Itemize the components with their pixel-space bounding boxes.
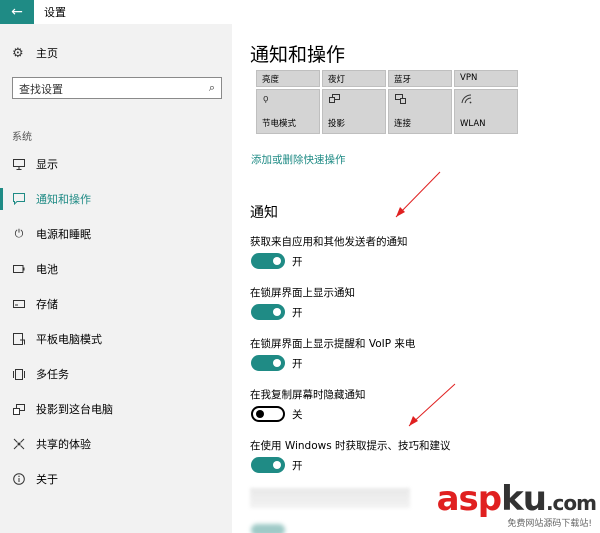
- quick-action-connect[interactable]: 连接: [388, 89, 452, 134]
- search-input[interactable]: [13, 79, 193, 100]
- window-title: 设置: [44, 6, 66, 19]
- multitask-icon: [12, 367, 26, 381]
- sidebar-item-storage[interactable]: 存储: [0, 293, 232, 315]
- quick-action-night-light[interactable]: 夜灯: [322, 70, 386, 87]
- setting-label-lockscreen-notifications: 在锁屏界面上显示通知: [250, 287, 355, 299]
- sidebar-item-label: 关于: [36, 473, 58, 486]
- power-icon: ⏻: [14, 227, 24, 240]
- sidebar-item-label: 显示: [36, 158, 58, 171]
- quick-action-brightness[interactable]: 亮度: [256, 70, 320, 87]
- info-icon: [12, 472, 26, 486]
- sidebar-item-about[interactable]: 关于: [0, 468, 232, 490]
- page-title: 通知和操作: [250, 44, 346, 66]
- battery-saver-icon: ϙ: [263, 94, 269, 104]
- sidebar-home[interactable]: ⚙ 主页: [12, 44, 58, 62]
- setting-label-app-notifications: 获取来自应用和其他发送者的通知: [250, 236, 408, 248]
- search-box: ⌕: [12, 77, 222, 100]
- toggle-state-text: 开: [292, 256, 303, 268]
- sidebar-item-label: 共享的体验: [36, 438, 91, 451]
- blurred-toggle: [251, 524, 285, 533]
- share-icon: [12, 437, 26, 451]
- connect-icon: [395, 94, 406, 107]
- sidebar-item-display[interactable]: 显示: [0, 153, 232, 175]
- notifications-section-title: 通知: [250, 205, 278, 221]
- title-bar: ← 设置: [0, 0, 600, 24]
- sidebar: ⚙ 主页 ⌕ 系统 显示 通知和操作 ⏻ 电源和睡眠 电池 存储: [0, 24, 232, 533]
- chat-icon: [12, 192, 26, 206]
- search-icon[interactable]: ⌕: [209, 81, 215, 95]
- sidebar-item-shared[interactable]: 共享的体验: [0, 433, 232, 455]
- sidebar-item-power[interactable]: ⏻ 电源和睡眠: [0, 223, 232, 245]
- toggle-knob: [273, 308, 281, 316]
- setting-label-tips: 在使用 Windows 时获取提示、技巧和建议: [250, 440, 451, 452]
- setting-label-hide-when-duplicating: 在我复制屏幕时隐藏通知: [250, 389, 366, 401]
- storage-icon: [12, 297, 26, 311]
- toggle-state-text: 开: [292, 358, 303, 370]
- home-label: 主页: [36, 47, 58, 60]
- sidebar-item-label: 电池: [36, 263, 58, 276]
- wifi-icon: [461, 94, 472, 107]
- sidebar-item-label: 电源和睡眠: [36, 228, 91, 241]
- tablet-icon: [12, 332, 26, 346]
- toggle-state-text: 关: [292, 409, 303, 421]
- arrow-left-icon: ←: [11, 4, 23, 20]
- sidebar-item-label: 平板电脑模式: [36, 333, 102, 346]
- toggle-knob: [256, 410, 264, 418]
- toggle-lockscreen-reminders[interactable]: [251, 355, 285, 371]
- toggle-app-notifications[interactable]: [251, 253, 285, 269]
- toggle-state-text: 开: [292, 307, 303, 319]
- sidebar-item-notifications[interactable]: 通知和操作: [0, 188, 232, 210]
- sidebar-item-label: 多任务: [36, 368, 69, 381]
- quick-action-battery-saver[interactable]: ϙ 节电模式: [256, 89, 320, 134]
- watermark-logo: aspku.com 免费网站源码下载站!: [426, 479, 597, 529]
- quick-action-project[interactable]: 投影: [322, 89, 386, 134]
- quick-action-bluetooth[interactable]: 蓝牙: [388, 70, 452, 87]
- quick-action-wlan[interactable]: WLAN: [454, 89, 518, 134]
- toggle-knob: [273, 257, 281, 265]
- blurred-setting: [250, 488, 410, 508]
- toggle-hide-when-duplicating[interactable]: [251, 406, 285, 422]
- sidebar-item-project[interactable]: 投影到这台电脑: [0, 398, 232, 420]
- setting-label-lockscreen-reminders: 在锁屏界面上显示提醒和 VoIP 来电: [250, 338, 416, 350]
- toggle-knob: [273, 461, 281, 469]
- edit-quick-actions-link[interactable]: 添加或删除快速操作: [251, 152, 346, 167]
- sidebar-item-battery[interactable]: 电池: [0, 258, 232, 280]
- watermark-brand: aspku.com: [436, 479, 597, 519]
- active-indicator: [0, 188, 3, 210]
- sidebar-item-label: 通知和操作: [36, 193, 91, 206]
- gear-icon: ⚙: [12, 45, 24, 61]
- toggle-state-text: 开: [292, 460, 303, 472]
- sidebar-item-label: 存储: [36, 298, 58, 311]
- sidebar-item-multitask[interactable]: 多任务: [0, 363, 232, 385]
- project-icon: [12, 402, 26, 416]
- project-icon: [329, 94, 340, 106]
- section-label-system: 系统: [12, 132, 32, 143]
- toggle-tips[interactable]: [251, 457, 285, 473]
- main-content: 通知和操作 亮度 夜灯 蓝牙 VPN ϙ 节电模式 投影 连接 WLAN 添加或…: [232, 24, 600, 533]
- back-button[interactable]: ←: [0, 0, 34, 24]
- sidebar-item-tablet[interactable]: 平板电脑模式: [0, 328, 232, 350]
- battery-icon: [12, 262, 26, 276]
- toggle-knob: [273, 359, 281, 367]
- monitor-icon: [12, 157, 26, 171]
- quick-action-vpn[interactable]: VPN: [454, 70, 518, 87]
- sidebar-item-label: 投影到这台电脑: [36, 403, 113, 416]
- watermark-subtitle: 免费网站源码下载站!: [507, 519, 592, 529]
- toggle-lockscreen-notifications[interactable]: [251, 304, 285, 320]
